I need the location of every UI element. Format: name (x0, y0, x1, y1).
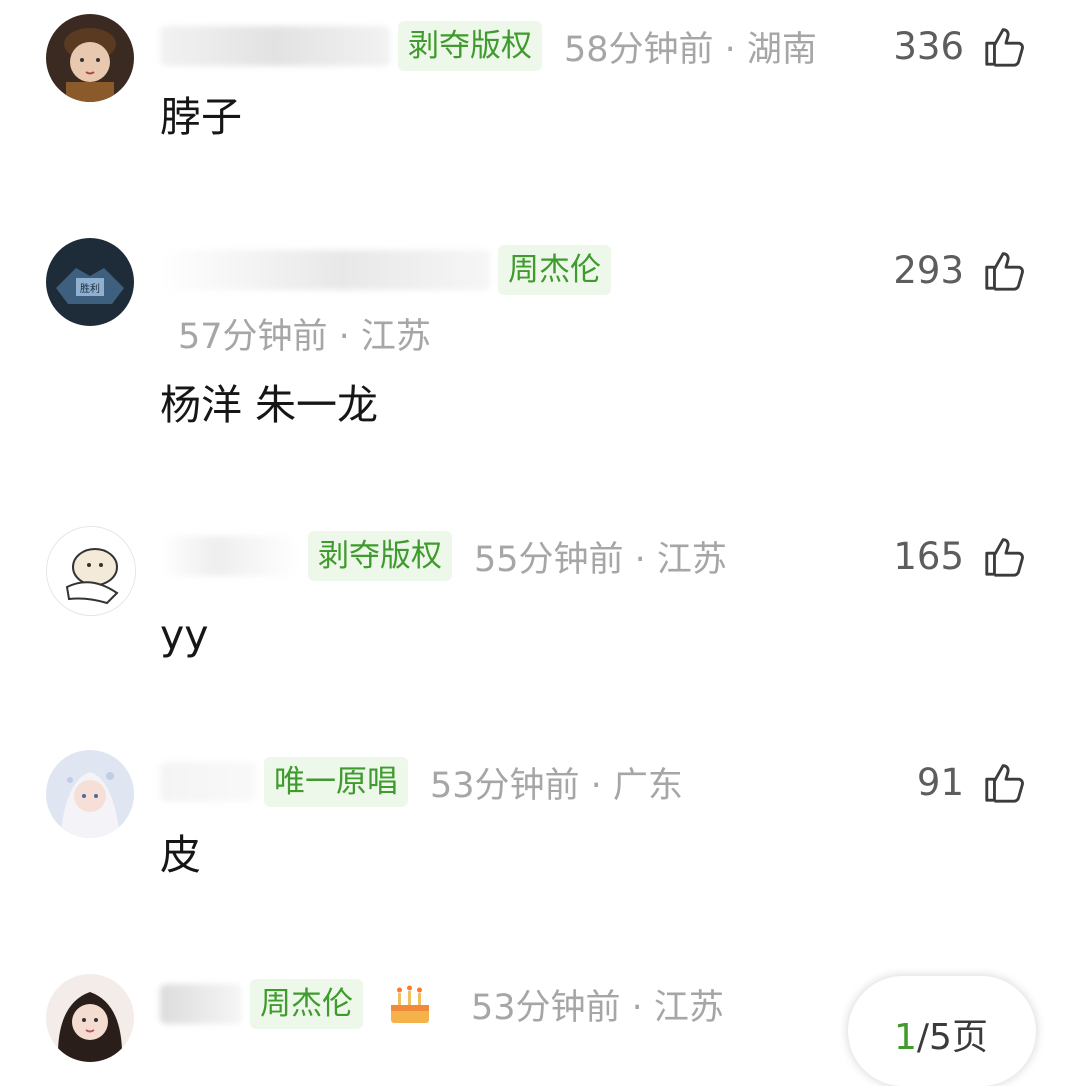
comment-meta: 周杰伦 (160, 242, 633, 298)
badge: 周杰伦 (498, 245, 611, 295)
comment-text: yy (160, 611, 209, 659)
timestamp-location: 53分钟前 · 广东 (430, 765, 683, 806)
comment-meta: 周杰伦 53分钟前 · 江苏 (160, 976, 724, 1032)
avatar[interactable] (46, 526, 136, 616)
thumbs-up-icon (985, 538, 1024, 577)
comment-meta: 唯一原唱 53分钟前 · 广东 (160, 754, 683, 810)
page-total: /5页 (916, 1017, 988, 1058)
comment-item: 剥夺版权 58分钟前 · 湖南 336 脖子 (0, 0, 1080, 200)
timestamp-location: 55分钟前 · 江苏 (474, 539, 727, 580)
page-indicator-label: 1/5页 (894, 1008, 988, 1060)
username[interactable] (160, 250, 490, 290)
like-button[interactable]: 336 (893, 18, 1028, 74)
avatar[interactable] (46, 750, 134, 838)
avatar[interactable] (46, 14, 134, 102)
timestamp-location: 58分钟前 · 湖南 (564, 29, 817, 70)
badge: 剥夺版权 (398, 21, 542, 71)
page-indicator[interactable]: 1/5页 (848, 976, 1036, 1086)
badge: 剥夺版权 (308, 531, 452, 581)
thumbs-up-icon (985, 252, 1024, 291)
comment-text: 脖子 (160, 93, 242, 141)
comment-item: 胜利 周杰伦 293 57分钟前 · 江苏 杨洋 朱一龙 (0, 230, 1080, 490)
page-current: 1 (894, 1017, 917, 1058)
thumbs-up-icon (985, 764, 1024, 803)
birthday-cake-icon (391, 985, 429, 1023)
timestamp-location: 57分钟前 · 江苏 (178, 317, 431, 357)
badge: 唯一原唱 (264, 757, 408, 807)
username[interactable] (160, 536, 300, 576)
like-button[interactable]: 91 (917, 754, 1028, 810)
like-count: 336 (893, 24, 964, 68)
timestamp-location: 53分钟前 · 江苏 (471, 987, 724, 1028)
username[interactable] (160, 26, 390, 66)
username[interactable] (160, 984, 242, 1024)
username[interactable] (160, 762, 256, 802)
comment-item: 唯一原唱 53分钟前 · 广东 91 皮 (0, 740, 1080, 940)
like-button[interactable]: 165 (893, 528, 1028, 584)
avatar[interactable]: 胜利 (46, 238, 134, 326)
comment-text: 杨洋 朱一龙 (160, 381, 379, 429)
like-count: 91 (916, 760, 964, 804)
comment-text: 皮 (160, 831, 201, 879)
like-count: 293 (893, 248, 964, 292)
comment-meta: 剥夺版权 58分钟前 · 湖南 (160, 18, 817, 74)
avatar[interactable] (46, 974, 134, 1062)
comment-item: 剥夺版权 55分钟前 · 江苏 165 yy (0, 510, 1080, 710)
badge: 周杰伦 (250, 979, 363, 1029)
like-button[interactable]: 293 (893, 242, 1028, 298)
svg-text:胜利: 胜利 (80, 283, 100, 295)
like-count: 165 (893, 534, 964, 578)
comment-meta: 剥夺版权 55分钟前 · 江苏 (160, 528, 727, 584)
thumbs-up-icon (985, 28, 1024, 67)
